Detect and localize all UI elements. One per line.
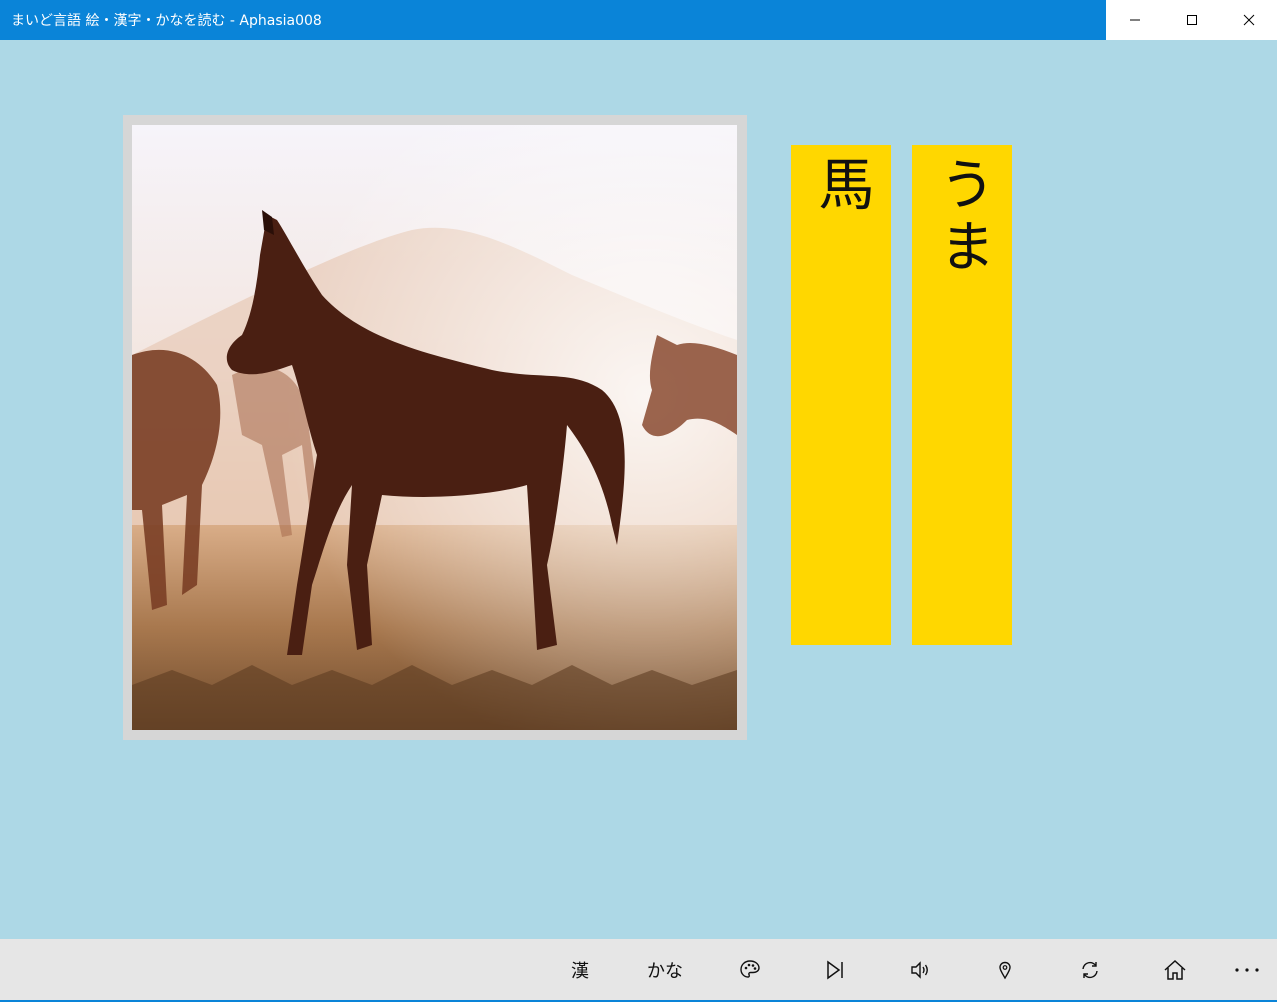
sound-button[interactable] xyxy=(890,939,950,1000)
kana-card[interactable]: うま xyxy=(912,145,1012,645)
play-next-icon xyxy=(827,960,843,979)
minimize-icon xyxy=(1129,19,1140,21)
kanji-button[interactable]: 漢 xyxy=(550,939,610,1000)
picture-frame xyxy=(123,115,747,740)
app-bar: 漢 かな xyxy=(0,939,1277,1002)
more-button[interactable] xyxy=(1217,939,1277,1000)
volume-icon xyxy=(911,960,928,979)
refresh-icon xyxy=(1082,961,1098,978)
home-button[interactable] xyxy=(1145,939,1205,1000)
kanji-card[interactable]: 馬 xyxy=(791,145,891,645)
maximize-icon xyxy=(1186,15,1197,25)
horse-picture[interactable] xyxy=(132,125,737,730)
map-pin-icon xyxy=(999,961,1011,979)
close-icon xyxy=(1243,14,1254,26)
color-button[interactable] xyxy=(720,939,780,1000)
kana-text: うま xyxy=(930,155,995,279)
window-controls xyxy=(1106,0,1277,40)
kanji-button-label: 漢 xyxy=(571,960,589,982)
title-bar: まいど言語 絵・漢字・かなを読む - Aphasia008 xyxy=(0,0,1277,40)
location-button[interactable] xyxy=(975,939,1035,1000)
close-button[interactable] xyxy=(1220,0,1277,40)
kanji-text: 馬 xyxy=(809,155,874,217)
horse-photo xyxy=(132,125,737,730)
refresh-button[interactable] xyxy=(1060,939,1120,1000)
kana-button-label: かな xyxy=(647,960,683,982)
home-icon xyxy=(1164,959,1186,980)
window-title: まいど言語 絵・漢字・かなを読む - Aphasia008 xyxy=(11,13,322,29)
minimize-button[interactable] xyxy=(1106,0,1163,40)
next-button[interactable] xyxy=(805,939,865,1000)
palette-icon xyxy=(740,959,760,978)
maximize-button[interactable] xyxy=(1163,0,1220,40)
more-icon xyxy=(1235,967,1259,972)
kana-button[interactable]: かな xyxy=(635,939,695,1000)
